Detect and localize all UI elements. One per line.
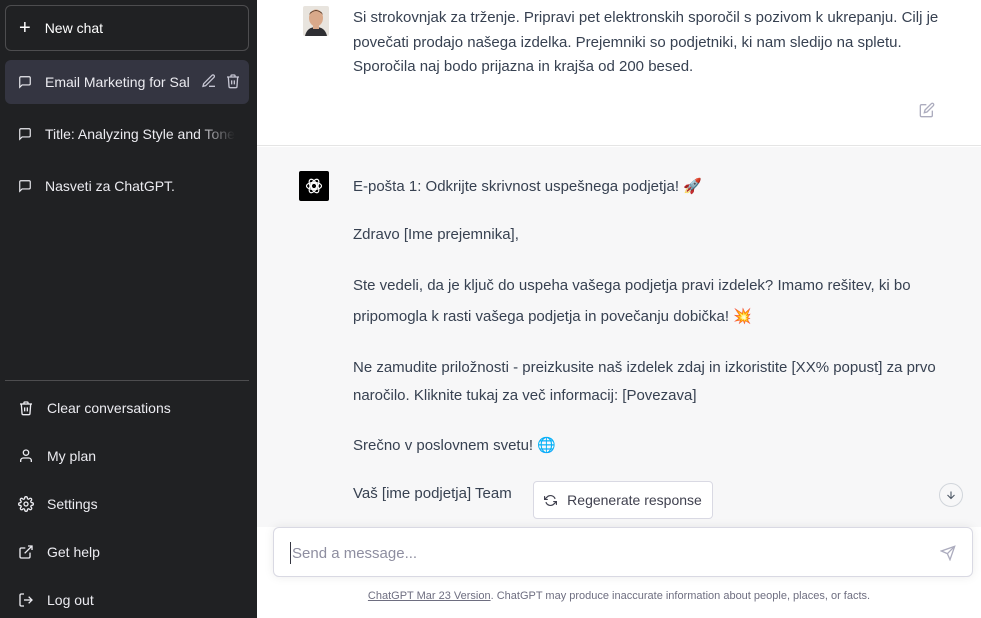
log-out-label: Log out xyxy=(47,592,94,608)
sidebar: + New chat Email Marketing for Sal Title… xyxy=(0,0,257,618)
edit-message-icon[interactable] xyxy=(919,102,935,118)
user-icon xyxy=(20,449,32,462)
conversation-item-analyzing-style[interactable]: Title: Analyzing Style and Tone xyxy=(5,112,249,156)
settings-button[interactable]: Settings xyxy=(5,482,249,526)
assistant-message: E-pošta 1: Odkrijte skrivnost uspešnega … xyxy=(257,147,981,527)
new-chat-button[interactable]: + New chat xyxy=(5,5,249,51)
email-paragraph: Ste vedeli, da je ključ do uspeha vašega… xyxy=(353,277,911,325)
globe-emoji: 🌐 xyxy=(537,436,556,454)
openai-logo-icon xyxy=(299,171,329,201)
regenerate-label: Regenerate response xyxy=(567,492,702,508)
user-message: Si strokovnjak za trženje. Pripravi pet … xyxy=(257,0,981,146)
settings-label: Settings xyxy=(47,496,98,512)
new-chat-label: New chat xyxy=(44,20,104,36)
sidebar-divider xyxy=(5,380,249,381)
scroll-down-button[interactable] xyxy=(939,483,963,507)
email-paragraph: Ne zamudite priložnosti - preizkusite na… xyxy=(353,359,936,404)
message-input[interactable] xyxy=(290,542,910,564)
my-plan-button[interactable]: My plan xyxy=(5,434,249,478)
get-help-label: Get help xyxy=(47,544,100,560)
gear-icon xyxy=(18,496,34,512)
footer-text: . ChatGPT may produce inaccurate informa… xyxy=(490,590,871,602)
external-link-icon xyxy=(19,545,33,559)
chat-main: Si strokovnjak za trženje. Pripravi pet … xyxy=(257,0,981,618)
arrow-down-icon xyxy=(947,491,955,500)
rocket-emoji: 🚀 xyxy=(683,177,702,195)
conversation-label: Title: Analyzing Style and Tone xyxy=(45,126,235,142)
clear-conversations-button[interactable]: Clear conversations xyxy=(5,386,249,430)
my-plan-label: My plan xyxy=(47,448,97,464)
message-input-box xyxy=(273,527,973,577)
user-message-text: Si strokovnjak za trženje. Pripravi pet … xyxy=(353,9,939,75)
chat-bubble-icon xyxy=(19,76,31,89)
chat-bubble-icon xyxy=(19,180,31,193)
conversation-item-nasveti[interactable]: Nasveti za ChatGPT. xyxy=(5,164,249,208)
delete-conversation-icon[interactable] xyxy=(225,73,241,89)
refresh-icon xyxy=(544,494,558,506)
version-link[interactable]: ChatGPT Mar 23 Version xyxy=(368,590,491,602)
email-greeting: Zdravo [Ime prejemnika], xyxy=(353,226,519,243)
email-subject-line: E-pošta 1: Odkrijte skrivnost uspešnega … xyxy=(353,177,702,195)
send-icon[interactable] xyxy=(939,545,956,562)
log-out-icon xyxy=(19,593,33,607)
email-closing: Srečno v poslovnem svetu! 🌐 xyxy=(353,436,556,454)
collision-emoji: 💥 xyxy=(733,307,752,325)
conversation-label: Nasveti za ChatGPT. xyxy=(45,178,175,194)
conversation-label: Email Marketing for Sal xyxy=(45,74,190,90)
edit-title-icon[interactable] xyxy=(201,73,217,89)
user-avatar xyxy=(303,6,329,36)
log-out-button[interactable]: Log out xyxy=(5,578,249,618)
chat-bubble-icon xyxy=(19,128,31,141)
regenerate-response-button[interactable]: Regenerate response xyxy=(533,481,713,519)
get-help-button[interactable]: Get help xyxy=(5,530,249,574)
plus-icon: + xyxy=(19,17,31,39)
assistant-message-text: E-pošta 1: Odkrijte skrivnost uspešnega … xyxy=(353,173,953,529)
footer-disclaimer: ChatGPT Mar 23 Version. ChatGPT may prod… xyxy=(257,590,981,602)
conversation-item-email-marketing[interactable]: Email Marketing for Sal xyxy=(5,60,249,104)
trash-icon xyxy=(20,401,32,416)
clear-conversations-label: Clear conversations xyxy=(47,400,171,416)
